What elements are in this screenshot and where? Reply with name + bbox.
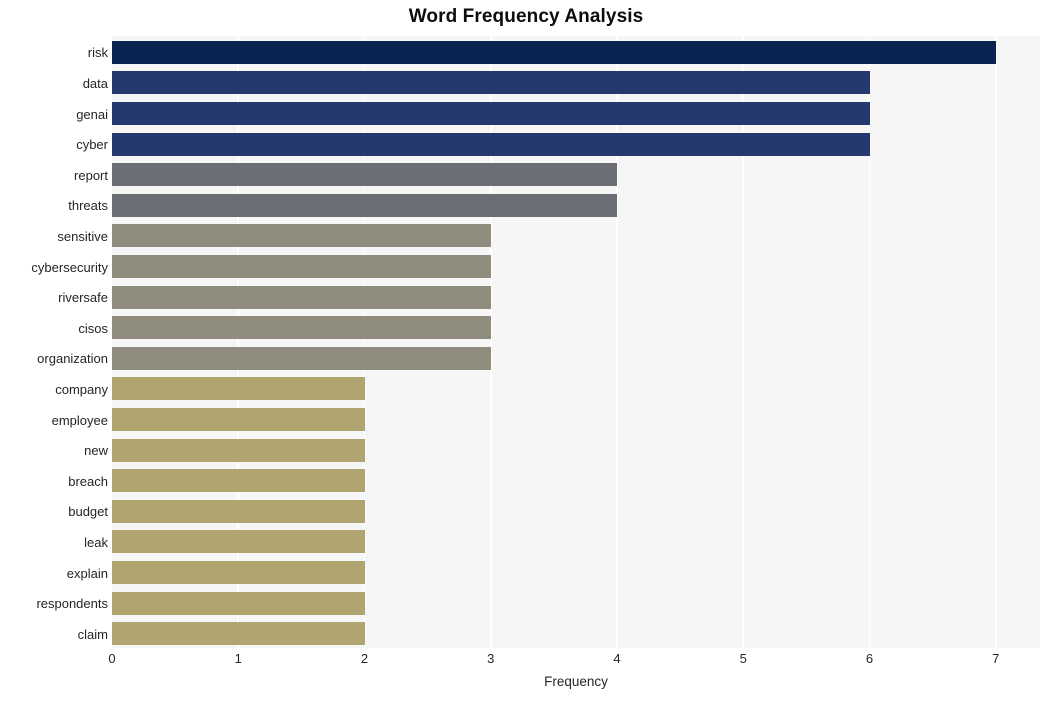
y-tick-label-cisos: cisos (78, 320, 108, 336)
bar-claim[interactable] (112, 622, 365, 646)
y-tick-label-report: report (74, 167, 108, 183)
gridline-x-2 (363, 36, 366, 648)
y-tick-label-leak: leak (84, 534, 108, 550)
word-frequency-bar-chart: Word Frequency Analysis risk data genai cyb… (0, 0, 1052, 701)
x-tick-label-5: 5 (739, 651, 747, 666)
bar-company[interactable] (112, 377, 365, 401)
y-tick-label-sensitive: sensitive (57, 228, 108, 244)
y-axis-tick-labels: risk data genai cyber report threats sensitive… (0, 36, 108, 648)
bar-report[interactable] (112, 163, 618, 187)
bar-sensitive[interactable] (112, 224, 491, 248)
bar-data[interactable] (112, 71, 870, 95)
bar-genai[interactable] (112, 102, 870, 125)
x-axis-tick-labels: 0 1 2 3 4 5 6 7 (108, 648, 1040, 673)
y-tick-label-cybersecurity: cybersecurity (31, 259, 108, 275)
bar-riversafe[interactable] (112, 285, 491, 309)
x-tick-label-3: 3 (487, 651, 495, 666)
y-tick-label-employee: employee (51, 412, 108, 428)
gridline-x-4 (616, 36, 618, 648)
bar-organization[interactable] (112, 346, 491, 370)
bar-cisos[interactable] (112, 316, 491, 340)
bar-explain[interactable] (112, 561, 365, 584)
y-tick-label-new: new (84, 443, 108, 459)
y-tick-label-risk: risk (87, 45, 108, 61)
x-tick-label-7: 7 (992, 651, 1000, 666)
gridline-x-5 (742, 36, 745, 648)
bar-employee[interactable] (112, 408, 365, 431)
bar-breach[interactable] (112, 469, 365, 493)
y-tick-label-organization: organization (37, 351, 108, 367)
y-tick-label-cyber: cyber (76, 137, 108, 153)
y-tick-label-budget: budget (68, 504, 108, 520)
y-tick-label-breach: breach (68, 473, 108, 489)
gridline-x-6 (868, 36, 871, 648)
bar-leak[interactable] (112, 530, 365, 554)
chart-title: Word Frequency Analysis (408, 6, 644, 27)
x-tick-label-4: 4 (613, 651, 621, 666)
y-tick-label-explain: explain (66, 565, 108, 581)
x-tick-label-2: 2 (360, 651, 369, 666)
y-tick-label-riversafe: riversafe (58, 290, 108, 306)
bar-budget[interactable] (112, 499, 365, 523)
x-tick-label-0: 0 (108, 651, 116, 666)
x-axis-title: Frequency (544, 674, 608, 689)
bar-threats[interactable] (112, 193, 618, 217)
bar-cybersecurity[interactable] (112, 255, 491, 278)
y-tick-label-threats: threats (68, 198, 108, 214)
bar-respondents[interactable] (112, 591, 365, 615)
y-tick-label-genai: genai (76, 106, 108, 122)
bar-new[interactable] (112, 438, 365, 462)
y-tick-label-claim: claim (77, 626, 108, 642)
y-tick-label-company: company (55, 381, 108, 397)
gridline-x-1 (237, 36, 240, 648)
y-tick-label-respondents: respondents (36, 596, 108, 612)
x-tick-label-1: 1 (234, 651, 242, 666)
gridline-x-7 (995, 36, 997, 648)
x-tick-label-6: 6 (865, 651, 874, 666)
bar-cyber[interactable] (112, 132, 870, 156)
gridline-x-3 (489, 36, 492, 648)
plot-area (112, 36, 1040, 648)
y-tick-label-data: data (82, 75, 108, 91)
bar-risk[interactable] (112, 40, 996, 64)
